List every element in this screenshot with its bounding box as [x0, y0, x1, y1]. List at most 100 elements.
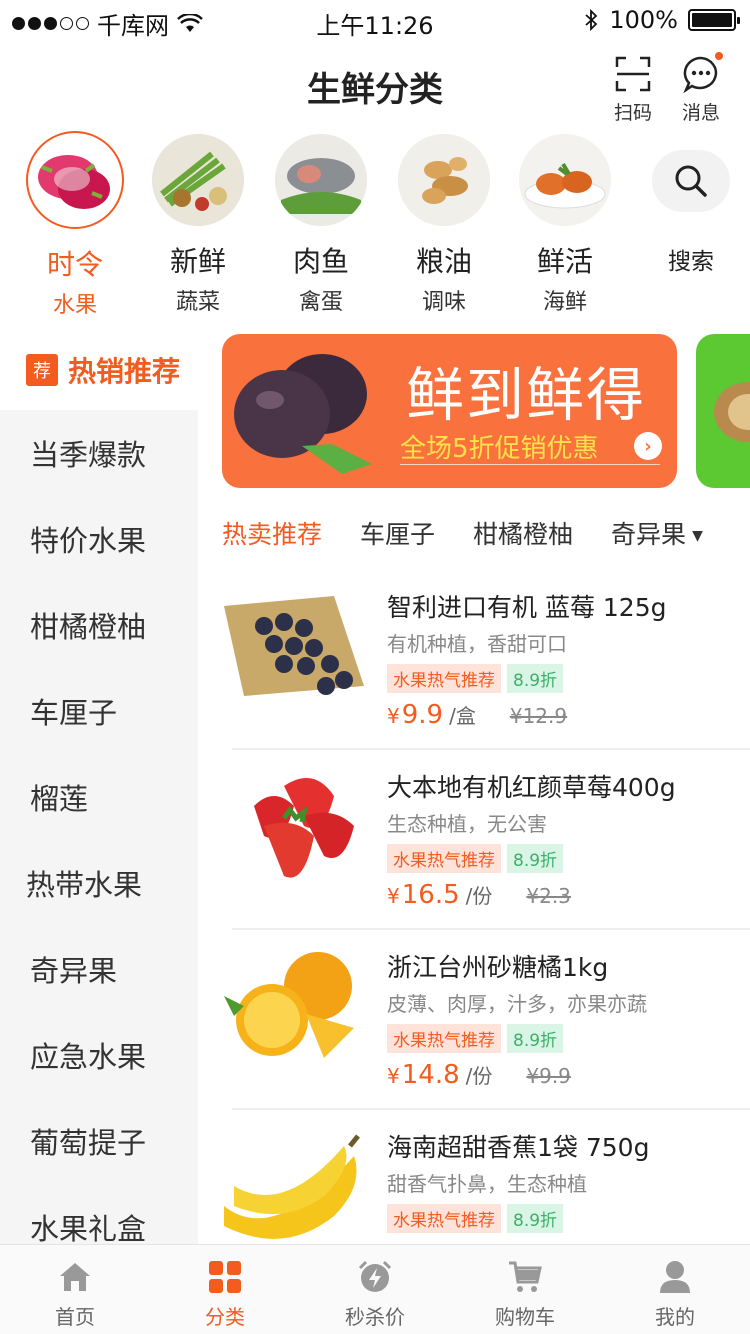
message-label: 消息	[681, 102, 720, 124]
sidebar-item[interactable]: 葡萄提子	[0, 1098, 198, 1184]
sidebar-item[interactable]: 榴莲	[0, 754, 198, 840]
sidebar-item[interactable]: 奇异果	[0, 926, 198, 1012]
nav-profile[interactable]: 我的	[600, 1245, 750, 1334]
tab-kiwi[interactable]: 奇异果 ▼	[611, 515, 703, 551]
sidebar-item[interactable]: 应急水果	[0, 1012, 198, 1098]
category-grain-line2: 调味	[421, 290, 466, 315]
search-label: 搜索	[668, 249, 714, 275]
ginger-image	[398, 134, 490, 226]
product-price: 16.5	[401, 880, 460, 910]
category-meat[interactable]: 肉鱼 禽蛋	[266, 130, 376, 316]
sidebar-item[interactable]: 柑橘橙柚	[0, 582, 198, 668]
sidebar-item[interactable]: 热带水果	[0, 840, 198, 926]
plum-image	[234, 354, 372, 474]
category-vegetable-line1: 新鲜	[169, 245, 226, 278]
nav-home[interactable]: 首页	[0, 1245, 150, 1334]
message-button[interactable]: 消息	[671, 52, 731, 125]
sidebar-hot[interactable]: 荐 热销推荐	[0, 330, 198, 410]
nav-category-label: 分类	[205, 1305, 245, 1329]
original-price: ¥9.9	[526, 1064, 571, 1088]
category-grain[interactable]: 粮油 调味	[389, 130, 499, 316]
banner-subtitle: 全场5折促销优惠	[400, 434, 599, 464]
product-tags: 水果热气推荐 8.9折	[387, 664, 564, 693]
search-icon	[675, 165, 707, 197]
category-meat-line2: 禽蛋	[298, 290, 343, 315]
discount-tag: 8.9折	[507, 664, 564, 693]
promo-banner-next[interactable]	[696, 334, 750, 488]
cart-icon	[509, 1261, 542, 1292]
original-price: ¥12.9	[509, 704, 568, 728]
sidebar-item[interactable]: 车厘子	[0, 668, 198, 754]
discount-tag: 8.9折	[507, 1204, 564, 1233]
sidebar-item[interactable]: 特价水果	[0, 496, 198, 582]
category-fruit[interactable]: 时令 水果	[20, 130, 130, 319]
product-unit: /份	[465, 1064, 493, 1088]
hot-tag: 水果热气推荐	[387, 844, 501, 873]
category-grain-line1: 粮油	[415, 245, 472, 278]
nav-category[interactable]: 分类	[150, 1245, 300, 1334]
shell-image	[714, 382, 750, 442]
scan-icon	[615, 56, 651, 92]
hot-label: 热销推荐	[68, 355, 181, 388]
product-item[interactable]: 智利进口有机 蓝莓 125g 有机种植，香甜可口 水果热气推荐 8.9折 ¥ 9…	[224, 570, 750, 750]
currency-symbol: ¥	[387, 704, 400, 728]
hot-tag: 水果热气推荐	[387, 1204, 501, 1233]
fish-image	[275, 134, 367, 226]
orange-image	[224, 952, 354, 1058]
unread-dot	[715, 52, 723, 60]
nav-flash-sale[interactable]: 秒杀价	[300, 1245, 450, 1334]
category-vegetable-line2: 蔬菜	[175, 290, 220, 315]
product-name: 海南超甜香蕉1袋 750g	[387, 1133, 650, 1162]
product-list: 智利进口有机 蓝莓 125g 有机种植，香甜可口 水果热气推荐 8.9折 ¥ 9…	[198, 570, 750, 1244]
tab-citrus[interactable]: 柑橘橙柚	[473, 515, 573, 551]
nav-cart[interactable]: 购物车	[450, 1245, 600, 1334]
product-item[interactable]: 浙江台州砂糖橘1kg 皮薄、肉厚，汁多，亦果亦蔬 水果热气推荐 8.9折 ¥ 1…	[224, 930, 750, 1110]
product-tags: 水果热气推荐 8.9折	[387, 844, 564, 873]
category-fruit-line2: 水果	[52, 293, 97, 318]
home-icon	[60, 1263, 90, 1291]
tab-hot[interactable]: 热卖推荐	[222, 515, 322, 551]
user-icon	[660, 1261, 690, 1293]
nav-home-label: 首页	[55, 1305, 95, 1329]
product-tabs: 热卖推荐 车厘子 柑橘橙柚 奇异果 ▼	[222, 506, 750, 560]
sidebar: 荐 热销推荐 当季爆款 特价水果 柑橘橙柚 车厘子 榴莲 热带水果 奇异果 应急…	[0, 330, 198, 1246]
recommend-badge: 荐	[26, 354, 58, 386]
category-fruit-line1: 时令	[46, 248, 103, 281]
status-bar: 千库网 上午11:26 100%	[0, 0, 750, 40]
discount-tag: 8.9折	[507, 1024, 564, 1053]
nav-flash-sale-label: 秒杀价	[345, 1305, 405, 1329]
blueberry-image	[224, 596, 364, 696]
strawberry-image	[254, 778, 354, 878]
hot-tag: 水果热气推荐	[387, 664, 501, 693]
sidebar-item[interactable]: 当季爆款	[0, 410, 198, 496]
product-item[interactable]: 海南超甜香蕉1袋 750g 甜香气扑鼻，生态种植 水果热气推荐 8.9折	[224, 1110, 750, 1244]
discount-tag: 8.9折	[507, 844, 564, 873]
product-price-row: ¥ 9.9 /盒 ¥12.9	[387, 700, 567, 730]
product-unit: /盒	[449, 704, 476, 728]
nav-profile-label: 我的	[655, 1305, 695, 1329]
scan-button[interactable]: 扫码	[603, 54, 663, 125]
product-desc: 生态种植，无公害	[387, 812, 547, 836]
category-row: 时令 水果 新鲜 蔬菜 肉鱼 禽蛋 粮油 调味 鲜活 海鲜 搜索	[0, 130, 750, 318]
category-seafood-line1: 鲜活	[536, 245, 593, 278]
currency-symbol: ¥	[387, 1064, 400, 1088]
currency-symbol: ¥	[387, 884, 400, 908]
chevron-right-icon[interactable]: ›	[634, 432, 662, 460]
product-tags: 水果热气推荐 8.9折	[387, 1024, 564, 1053]
status-right: 100%	[583, 6, 740, 34]
header: 生鲜分类 扫码 消息	[0, 40, 750, 130]
category-seafood-line2: 海鲜	[542, 290, 587, 315]
category-search[interactable]: 搜索	[636, 130, 746, 276]
promo-banner[interactable]: 鲜到鲜得 全场5折促销优惠 ›	[222, 334, 677, 488]
category-meat-line1: 肉鱼	[292, 245, 349, 278]
category-vegetable[interactable]: 新鲜 蔬菜	[143, 130, 253, 316]
product-price: 14.8	[401, 1060, 460, 1090]
category-seafood[interactable]: 鲜活 海鲜	[510, 130, 620, 316]
banner-title: 鲜到鲜得	[406, 361, 647, 429]
search-button[interactable]	[652, 150, 730, 212]
tab-cherry[interactable]: 车厘子	[360, 515, 435, 551]
category-grid-icon	[209, 1261, 241, 1293]
product-item[interactable]: 大本地有机红颜草莓400g 生态种植，无公害 水果热气推荐 8.9折 ¥ 16.…	[232, 750, 750, 930]
product-name: 智利进口有机 蓝莓 125g	[387, 593, 667, 622]
alarm-clock-icon	[358, 1260, 392, 1292]
